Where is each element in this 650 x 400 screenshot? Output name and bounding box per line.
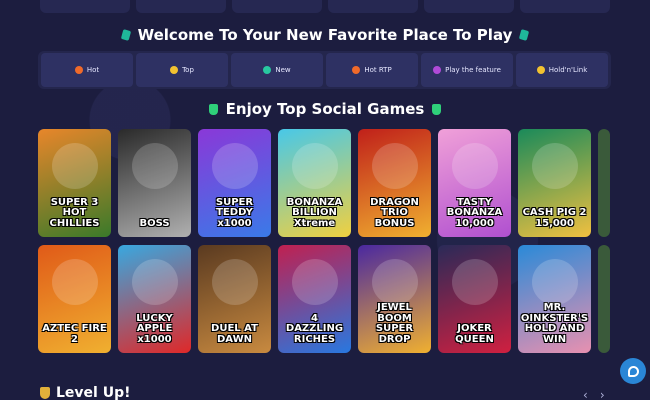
game-tile-partial[interactable] <box>598 245 610 353</box>
trophy-icon <box>536 66 545 74</box>
game-title: SUPER 3 HOT CHILLIES <box>49 196 100 229</box>
next-arrow-button[interactable]: › <box>600 388 605 400</box>
game-title: AZTEC FIRE 2 <box>42 323 107 345</box>
game-art <box>532 259 578 305</box>
game-tile[interactable]: SUPER TEDDY x1000 <box>198 129 271 237</box>
filter-label: New <box>275 66 291 74</box>
game-tile[interactable]: CASH PIG 2 15,000 <box>518 129 591 237</box>
game-tile-partial[interactable] <box>598 129 610 237</box>
welcome-title: Welcome To Your New Favorite Place To Pl… <box>137 26 513 44</box>
filter-label: Top <box>182 66 194 74</box>
game-tile[interactable]: MR. OINKSTER'S HOLD AND WIN <box>518 245 591 353</box>
game-tile[interactable]: JEWEL BOOM SUPER DROP <box>358 245 431 353</box>
game-tile[interactable]: DUEL AT DAWN <box>198 245 271 353</box>
game-art <box>372 259 418 305</box>
filter-label: Hold'n'Link <box>548 66 588 74</box>
welcome-heading: Welcome To Your New Favorite Place To Pl… <box>0 26 650 44</box>
filter-label: Hot RTP <box>364 66 392 74</box>
game-title: JEWEL BOOM SUPER DROP <box>375 302 414 345</box>
filter-new[interactable]: New <box>231 53 323 87</box>
game-art <box>292 143 338 189</box>
game-art <box>132 259 178 305</box>
section-title: Enjoy Top Social Games <box>225 100 425 118</box>
filter-label: Play the feature <box>445 66 501 74</box>
game-title: TASTY BONANZA 10,000 <box>446 196 503 229</box>
game-art <box>132 143 178 189</box>
chat-icon <box>627 365 639 377</box>
game-art <box>452 143 498 189</box>
level-up-title: Level Up! <box>56 385 131 400</box>
game-title: CASH PIG 2 15,000 <box>522 207 587 229</box>
top-nav-strip <box>40 0 610 13</box>
coin-icon <box>170 66 179 74</box>
trophy-icon <box>40 387 50 399</box>
games-grid: SUPER 3 HOT CHILLIES BOSS SUPER TEDDY x100… <box>38 129 650 361</box>
game-tile[interactable]: AZTEC FIRE 2 <box>38 245 111 353</box>
filter-bar: Hot Top New Hot RTP Play the feature Hold'n'L… <box>38 51 611 89</box>
game-tile[interactable]: BONANZA BILLION Xtreme <box>278 129 351 237</box>
filter-hot-rtp[interactable]: Hot RTP <box>326 53 418 87</box>
filter-top[interactable]: Top <box>136 53 228 87</box>
filter-label: Hot <box>86 66 100 74</box>
game-title: SUPER TEDDY x1000 <box>215 196 254 229</box>
gem-icon <box>120 29 131 41</box>
game-art <box>52 143 98 189</box>
filter-play-the-feature[interactable]: Play the feature <box>421 53 513 87</box>
fire-icon <box>74 66 83 74</box>
game-title: LUCKY APPLE x1000 <box>136 312 173 345</box>
game-art <box>212 259 258 305</box>
game-art <box>452 259 498 305</box>
star-icon <box>433 66 442 74</box>
game-tile[interactable]: SUPER 3 HOT CHILLIES <box>38 129 111 237</box>
game-title: BONANZA BILLION Xtreme <box>286 196 343 229</box>
game-tile[interactable]: 4 DAZZLING RICHES <box>278 245 351 353</box>
game-title: MR. OINKSTER'S HOLD AND WIN <box>520 302 589 345</box>
game-art <box>52 259 98 305</box>
trophy-icon <box>432 103 442 115</box>
level-up-heading: Level Up! <box>40 385 130 400</box>
game-tile[interactable]: DRAGON TRIO BONUS <box>358 129 431 237</box>
game-art <box>292 259 338 305</box>
prev-arrow-button[interactable]: ‹ <box>583 388 588 400</box>
filter-hold-n-link[interactable]: Hold'n'Link <box>516 53 608 87</box>
filter-hot[interactable]: Hot <box>41 53 133 87</box>
game-art <box>532 143 578 189</box>
game-tile[interactable]: TASTY BONANZA 10,000 <box>438 129 511 237</box>
games-row: SUPER 3 HOT CHILLIES BOSS SUPER TEDDY x100… <box>38 129 650 237</box>
game-title: BOSS <box>139 217 170 229</box>
gem-icon <box>519 29 530 41</box>
game-title: 4 DAZZLING RICHES <box>285 312 344 345</box>
games-row: AZTEC FIRE 2 LUCKY APPLE x1000 DUEL AT DAW… <box>38 245 650 353</box>
game-art <box>212 143 258 189</box>
game-tile[interactable]: LUCKY APPLE x1000 <box>118 245 191 353</box>
game-title: DUEL AT DAWN <box>211 323 258 345</box>
fire-icon <box>352 66 361 74</box>
game-art <box>372 143 418 189</box>
game-title: DRAGON TRIO BONUS <box>370 196 419 229</box>
carousel-nav: ‹ › <box>583 388 605 400</box>
chat-support-button[interactable] <box>620 358 646 384</box>
trophy-icon <box>208 103 218 115</box>
game-tile[interactable]: JOKER QUEEN <box>438 245 511 353</box>
section-heading: Enjoy Top Social Games <box>0 100 650 118</box>
game-tile[interactable]: BOSS <box>118 129 191 237</box>
sparkle-icon <box>263 66 272 74</box>
game-title: JOKER QUEEN <box>455 323 494 345</box>
